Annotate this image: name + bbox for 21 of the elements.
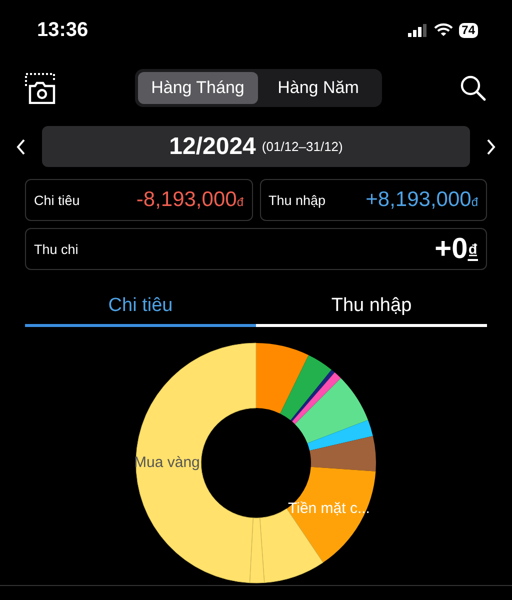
wifi-icon <box>434 23 453 37</box>
category-tab[interactable]: Chi tiêu <box>25 294 256 327</box>
amount-value: -8,193,000đ <box>136 188 244 212</box>
card-label: Thu nhập <box>268 192 326 208</box>
period-selector[interactable]: 12/2024 (01/12–31/12) <box>42 126 470 167</box>
card-label: Thu chi <box>34 242 78 256</box>
amount-value: +8,193,000đ <box>366 188 478 212</box>
segment-tab[interactable]: Hàng Tháng <box>138 72 258 104</box>
date-range: (01/12–31/12) <box>262 139 343 154</box>
search-icon[interactable] <box>460 75 486 101</box>
clock-time: 13:36 <box>37 18 90 42</box>
signal-icon <box>408 24 428 36</box>
segment-tab[interactable]: Hàng Năm <box>258 72 378 104</box>
balance-value: +0₫ <box>434 232 478 266</box>
card-label: Chi tiêu <box>34 192 80 208</box>
camera-icon[interactable] <box>24 72 56 104</box>
battery-level: 74 <box>458 22 478 38</box>
previous-icon[interactable] <box>16 138 26 156</box>
category-tab[interactable]: Thu nhập <box>256 294 487 327</box>
next-icon[interactable] <box>486 138 496 156</box>
month-label: 12/2024 <box>169 132 256 160</box>
